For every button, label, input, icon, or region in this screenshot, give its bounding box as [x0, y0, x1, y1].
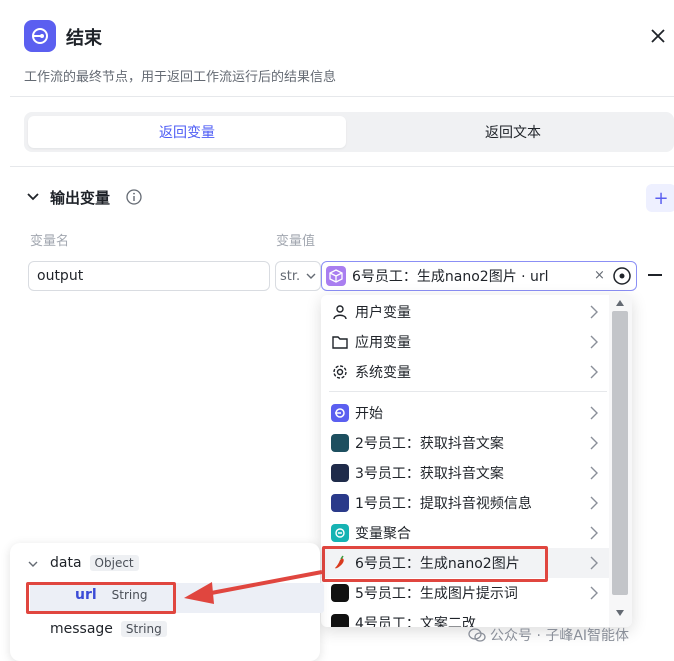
clear-value-button[interactable]: ×	[594, 268, 605, 283]
wechat-icon	[468, 628, 486, 642]
chevron-right-icon	[590, 305, 598, 319]
tab-return-variables[interactable]: 返回变量	[28, 116, 346, 148]
chevron-down-icon[interactable]	[26, 190, 40, 204]
type-badge: String	[120, 621, 167, 637]
user-icon	[331, 303, 349, 321]
chevron-right-icon	[590, 365, 598, 379]
close-icon	[651, 29, 665, 43]
dropdown-item-user-variables[interactable]: 用户变量	[321, 297, 611, 327]
dropdown-item-aggregate[interactable]: 变量聚合	[321, 518, 611, 548]
chevron-right-icon	[590, 526, 598, 540]
tree-node-data[interactable]: data Object	[50, 555, 139, 571]
dropdown-item-app-variables[interactable]: 应用变量	[321, 327, 611, 357]
avatar-3-icon	[331, 464, 349, 482]
chevron-right-icon	[590, 436, 598, 450]
chevron-right-icon	[590, 335, 598, 349]
target-icon[interactable]	[612, 266, 632, 286]
start-node-icon	[331, 404, 349, 422]
info-icon[interactable]	[126, 189, 142, 205]
avatar-2-icon	[331, 434, 349, 452]
aggregate-icon	[331, 524, 349, 542]
tab-return-text[interactable]: 返回文本	[354, 116, 672, 148]
node-description: 工作流的最终节点，用于返回工作流运行后的结果信息	[24, 70, 337, 85]
chevron-right-icon	[590, 556, 598, 570]
avatar-1-icon	[331, 494, 349, 512]
variable-value-field[interactable]: 6号员工：生成nano2图片 · url ×	[321, 261, 637, 291]
dropdown-item-node-3[interactable]: 3号员工：获取抖音文案	[321, 458, 611, 488]
return-mode-tabs: 返回变量 返回文本	[24, 112, 674, 152]
avatar-5-icon	[331, 584, 349, 602]
output-variables-title: 输出变量	[50, 189, 111, 207]
type-badge: Object	[89, 555, 139, 571]
chevron-right-icon	[590, 466, 598, 480]
highlight-url	[26, 582, 176, 614]
dropdown-item-node-2[interactable]: 2号员工：获取抖音文案	[321, 428, 611, 458]
remove-variable-button[interactable]	[648, 274, 662, 276]
dropdown-item-node-1[interactable]: 1号员工：提取抖音视频信息	[321, 488, 611, 518]
type-label: str.	[280, 268, 301, 284]
close-button[interactable]	[646, 24, 670, 48]
add-variable-button[interactable]: +	[646, 184, 674, 212]
cube-icon	[326, 266, 346, 286]
dropdown-item-start[interactable]: 开始	[321, 398, 611, 428]
highlight-node-6	[322, 546, 548, 582]
scroll-down-icon[interactable]	[615, 609, 625, 617]
column-variable-name: 变量名	[30, 234, 70, 249]
node-title: 结束	[66, 28, 102, 49]
chevron-down-icon[interactable]	[28, 560, 38, 568]
dropdown-divider	[329, 391, 607, 392]
dropdown-item-system-variables[interactable]: 系统变量	[321, 357, 611, 387]
variable-name-input[interactable]: output	[28, 261, 270, 291]
tree-node-message[interactable]: message String	[50, 621, 167, 637]
watermark: 公众号 · 子峰AI智能体	[468, 625, 629, 645]
scroll-up-icon[interactable]	[615, 299, 625, 307]
dropdown-scrollbar-thumb[interactable]	[612, 311, 628, 595]
tabs-divider	[10, 166, 674, 167]
variable-type-select[interactable]: str.	[275, 261, 321, 291]
variable-value-text: 6号员工：生成nano2图片 · url	[352, 269, 549, 285]
avatar-4-icon	[331, 614, 349, 627]
chevron-right-icon	[590, 406, 598, 420]
gear-icon	[331, 363, 349, 381]
dropdown-item-node-5[interactable]: 5号员工：生成图片提示词	[321, 578, 611, 608]
folder-icon	[331, 333, 349, 351]
chevron-right-icon	[590, 496, 598, 510]
header-divider	[10, 96, 674, 97]
end-node-icon	[24, 20, 56, 52]
chevron-down-icon	[306, 273, 316, 279]
column-variable-value: 变量值	[276, 234, 316, 249]
annotation-arrow	[184, 570, 323, 604]
chevron-right-icon	[590, 586, 598, 600]
